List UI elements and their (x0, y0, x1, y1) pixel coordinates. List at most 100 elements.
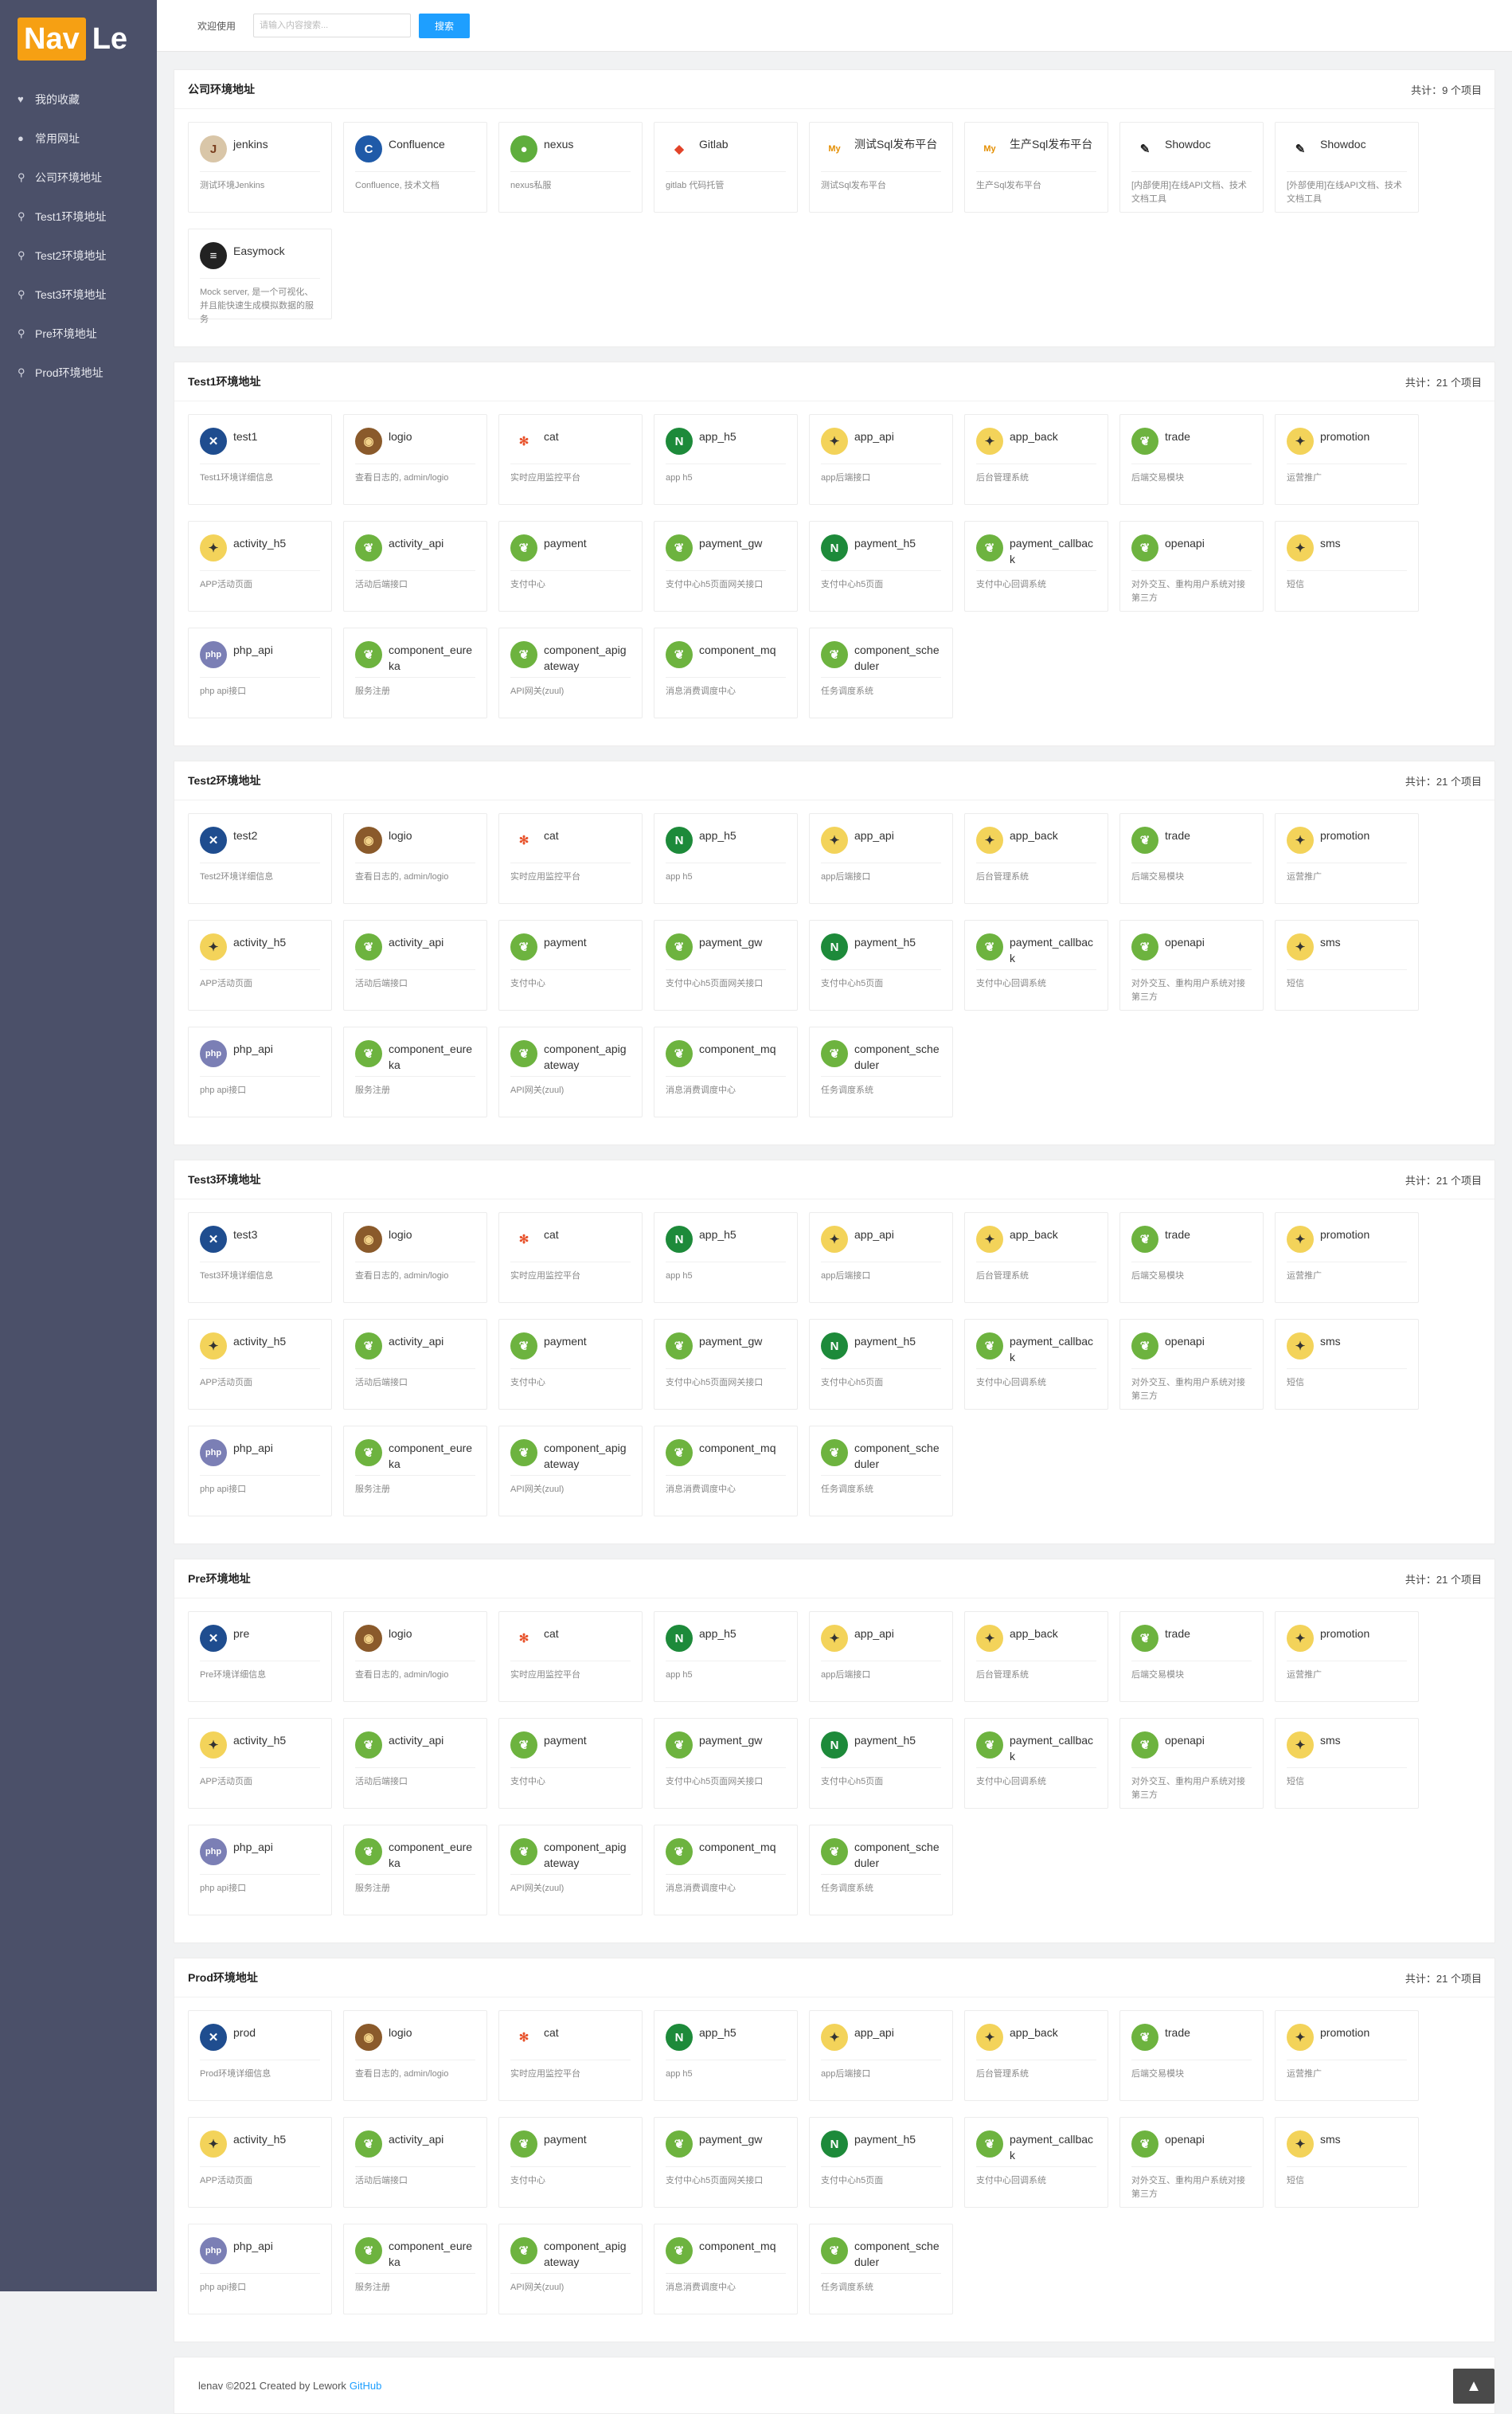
site-card[interactable]: ❦ openapi 对外交互、重构用户系统对接第三方 (1119, 920, 1264, 1011)
search-button[interactable]: 搜索 (419, 13, 471, 38)
site-card[interactable]: ✦ sms 短信 (1275, 521, 1419, 612)
logo[interactable]: Nav Le (18, 18, 157, 61)
github-link[interactable]: GitHub (350, 2380, 381, 2392)
site-card[interactable]: ◆ Gitlab gitlab 代码托管 (654, 122, 798, 213)
site-card[interactable]: ❦ trade 后端交易模块 (1119, 1212, 1264, 1303)
site-card[interactable]: ❦ payment 支付中心 (498, 920, 643, 1011)
site-card[interactable]: ✦ activity_h5 APP活动页面 (188, 1319, 332, 1410)
site-card[interactable]: ✦ sms 短信 (1275, 2117, 1419, 2208)
site-card[interactable]: ❦ component_eureka 服务注册 (343, 628, 487, 718)
sidebar-item-5[interactable]: ⚲ Test3环境地址 (0, 275, 157, 314)
site-card[interactable]: ❦ trade 后端交易模块 (1119, 1611, 1264, 1702)
site-card[interactable]: ❦ component_scheduler 任务调度系统 (809, 628, 953, 718)
site-card[interactable]: ❦ trade 后端交易模块 (1119, 2010, 1264, 2101)
site-card[interactable]: ◉ logio 查看日志的, admin/logio (343, 414, 487, 505)
site-card[interactable]: ❦ component_mq 消息消费调度中心 (654, 1825, 798, 1915)
site-card[interactable]: ✻ cat 实时应用监控平台 (498, 813, 643, 904)
site-card[interactable]: ✦ promotion 运营推广 (1275, 813, 1419, 904)
site-card[interactable]: ◉ logio 查看日志的, admin/logio (343, 1611, 487, 1702)
site-card[interactable]: php php_api php api接口 (188, 1426, 332, 1516)
sidebar-item-6[interactable]: ⚲ Pre环境地址 (0, 314, 157, 353)
site-card[interactable]: ✦ app_api app后端接口 (809, 2010, 953, 2101)
site-card[interactable]: ❦ openapi 对外交互、重构用户系统对接第三方 (1119, 2117, 1264, 2208)
site-card[interactable]: ❦ payment_callback 支付中心回调系统 (964, 2117, 1108, 2208)
site-card[interactable]: My 生产Sql发布平台 生产Sql发布平台 (964, 122, 1108, 213)
site-card[interactable]: ❦ openapi 对外交互、重构用户系统对接第三方 (1119, 1319, 1264, 1410)
site-card[interactable]: Napp_h5 app h5 (654, 1212, 798, 1303)
site-card[interactable]: ❦ component_scheduler 任务调度系统 (809, 1825, 953, 1915)
site-card[interactable]: ❦ openapi 对外交互、重构用户系统对接第三方 (1119, 1718, 1264, 1809)
sidebar-item-4[interactable]: ⚲ Test2环境地址 (0, 236, 157, 275)
site-card[interactable]: ❦ component_mq 消息消费调度中心 (654, 1426, 798, 1516)
site-card[interactable]: ❦ component_eureka 服务注册 (343, 1027, 487, 1117)
site-card[interactable]: ✦ app_back 后台管理系统 (964, 1212, 1108, 1303)
site-card[interactable]: ✦ app_back 后台管理系统 (964, 813, 1108, 904)
site-card[interactable]: ❦ component_mq 消息消费调度中心 (654, 1027, 798, 1117)
site-card[interactable]: Jjenkins 测试环境Jenkins (188, 122, 332, 213)
sidebar-item-7[interactable]: ⚲ Prod环境地址 (0, 353, 157, 392)
site-card[interactable]: php php_api php api接口 (188, 2224, 332, 2314)
site-card[interactable]: ✦ sms 短信 (1275, 920, 1419, 1011)
site-card[interactable]: ✦ app_back 后台管理系统 (964, 414, 1108, 505)
site-card[interactable]: ✦ app_api app后端接口 (809, 1212, 953, 1303)
site-card[interactable]: Napp_h5 app h5 (654, 813, 798, 904)
site-card[interactable]: ✻ cat 实时应用监控平台 (498, 1212, 643, 1303)
site-card[interactable]: ❦ component_mq 消息消费调度中心 (654, 2224, 798, 2314)
site-card[interactable]: ❦ activity_api 活动后端接口 (343, 1718, 487, 1809)
site-card[interactable]: ✕ test2 Test2环境详细信息 (188, 813, 332, 904)
site-card[interactable]: ✦ promotion 运营推广 (1275, 414, 1419, 505)
site-card[interactable]: ❦ component_eureka 服务注册 (343, 2224, 487, 2314)
site-card[interactable]: ❦ trade 后端交易模块 (1119, 813, 1264, 904)
site-card[interactable]: ✻ cat 实时应用监控平台 (498, 414, 643, 505)
site-card[interactable]: Npayment_h5 支付中心h5页面 (809, 521, 953, 612)
site-card[interactable]: Napp_h5 app h5 (654, 1611, 798, 1702)
site-card[interactable]: ✦ app_back 后台管理系统 (964, 2010, 1108, 2101)
site-card[interactable]: php php_api php api接口 (188, 1825, 332, 1915)
site-card[interactable]: ✻ cat 实时应用监控平台 (498, 1611, 643, 1702)
site-card[interactable]: ✦ activity_h5 APP活动页面 (188, 1718, 332, 1809)
site-card[interactable]: ❦ payment_gw 支付中心h5页面网关接口 (654, 521, 798, 612)
site-card[interactable]: ❦ payment_callback 支付中心回调系统 (964, 1718, 1108, 1809)
site-card[interactable]: ✦ promotion 运营推广 (1275, 1611, 1419, 1702)
site-card[interactable]: ❦ component_eureka 服务注册 (343, 1426, 487, 1516)
site-card[interactable]: ✦ activity_h5 APP活动页面 (188, 920, 332, 1011)
site-card[interactable]: ✦ app_back 后台管理系统 (964, 1611, 1108, 1702)
back-to-top-button[interactable]: ▲ (1453, 2369, 1494, 2404)
site-card[interactable]: ◉ logio 查看日志的, admin/logio (343, 813, 487, 904)
site-card[interactable]: ≡ Easymock Mock server, 是一个可视化、并且能快速生成模拟数据… (188, 229, 332, 324)
site-card[interactable]: ✦ promotion 运营推广 (1275, 1212, 1419, 1303)
site-card[interactable]: ✦ activity_h5 APP活动页面 (188, 2117, 332, 2208)
site-card[interactable]: ❦ payment 支付中心 (498, 2117, 643, 2208)
site-card[interactable]: ◉ logio 查看日志的, admin/logio (343, 2010, 487, 2101)
site-card[interactable]: ❦ payment 支付中心 (498, 1319, 643, 1410)
site-card[interactable]: ❦ trade 后端交易模块 (1119, 414, 1264, 505)
site-card[interactable]: Npayment_h5 支付中心h5页面 (809, 920, 953, 1011)
site-card[interactable]: ✎ Showdoc [外部使用]在线API文档、技术文档工具 (1275, 122, 1419, 213)
site-card[interactable]: Npayment_h5 支付中心h5页面 (809, 1319, 953, 1410)
site-card[interactable]: ❦ activity_api 活动后端接口 (343, 2117, 487, 2208)
site-card[interactable]: ✕ prod Prod环境详细信息 (188, 2010, 332, 2101)
site-card[interactable]: ✕ test1 Test1环境详细信息 (188, 414, 332, 505)
site-card[interactable]: ❦ payment_callback 支付中心回调系统 (964, 521, 1108, 612)
site-card[interactable]: My 测试Sql发布平台 测试Sql发布平台 (809, 122, 953, 213)
site-card[interactable]: ❦ component_apigateway API网关(zuul) (498, 1825, 643, 1915)
site-card[interactable]: ❦ payment_gw 支付中心h5页面网关接口 (654, 1718, 798, 1809)
site-card[interactable]: ◉ logio 查看日志的, admin/logio (343, 1212, 487, 1303)
site-card[interactable]: ✦ app_api app后端接口 (809, 1611, 953, 1702)
site-card[interactable]: ❦ component_scheduler 任务调度系统 (809, 2224, 953, 2314)
site-card[interactable]: Npayment_h5 支付中心h5页面 (809, 2117, 953, 2208)
site-card[interactable]: ✦ activity_h5 APP活动页面 (188, 521, 332, 612)
site-card[interactable]: php php_api php api接口 (188, 628, 332, 718)
site-card[interactable]: ❦ component_scheduler 任务调度系统 (809, 1426, 953, 1516)
site-card[interactable]: ❦ component_mq 消息消费调度中心 (654, 628, 798, 718)
sidebar-item-1[interactable]: ● 常用网址 (0, 119, 157, 158)
site-card[interactable]: ✎ Showdoc [内部使用]在线API文档、技术文档工具 (1119, 122, 1264, 213)
site-card[interactable]: ❦ activity_api 活动后端接口 (343, 521, 487, 612)
sidebar-item-0[interactable]: ♥ 我的收藏 (0, 80, 157, 119)
site-card[interactable]: C Confluence Confluence, 技术文档 (343, 122, 487, 213)
site-card[interactable]: ✦ promotion 运营推广 (1275, 2010, 1419, 2101)
site-card[interactable]: ❦ component_apigateway API网关(zuul) (498, 628, 643, 718)
site-card[interactable]: ✦ app_api app后端接口 (809, 414, 953, 505)
site-card[interactable]: ❦ component_scheduler 任务调度系统 (809, 1027, 953, 1117)
site-card[interactable]: ❦ payment_gw 支付中心h5页面网关接口 (654, 1319, 798, 1410)
